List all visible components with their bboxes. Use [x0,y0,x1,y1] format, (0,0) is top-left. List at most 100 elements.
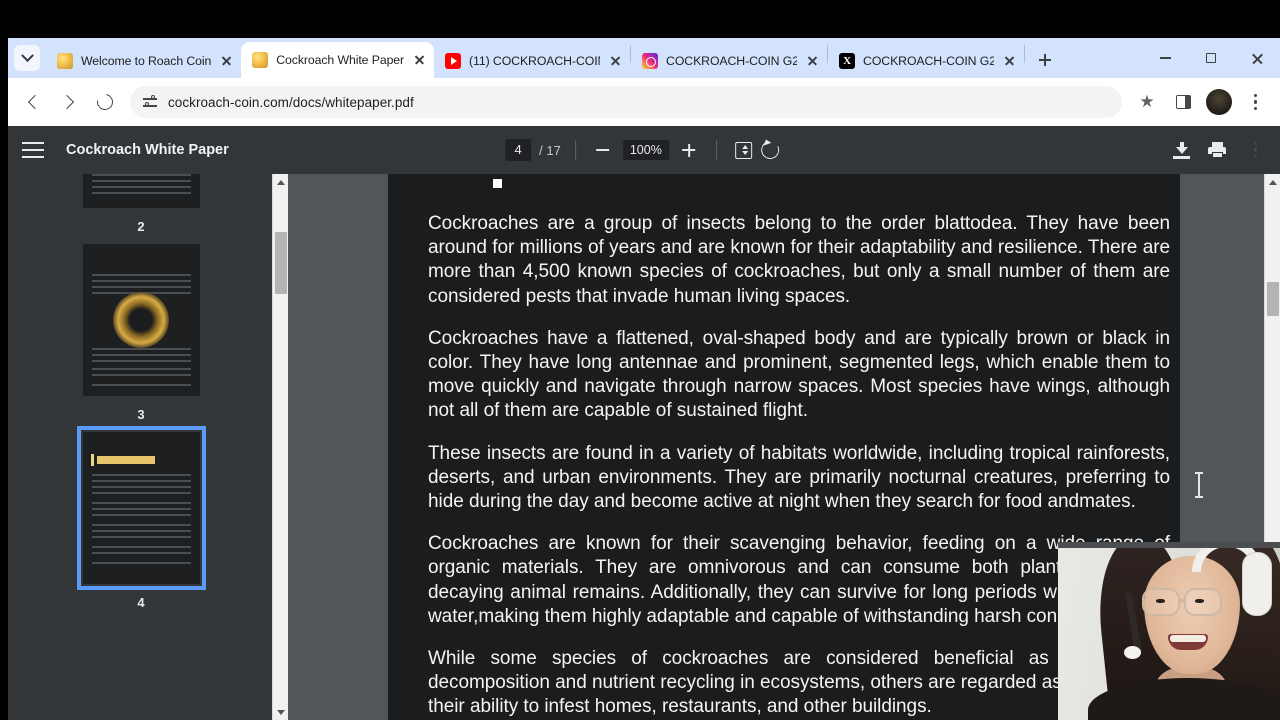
back-arrow-icon [28,95,42,109]
close-icon[interactable] [217,52,235,70]
address-bar[interactable]: cockroach-coin.com/docs/whitepaper.pdf [130,86,1122,118]
side-panel-button[interactable] [1166,85,1200,119]
browser-tab-1[interactable]: Cockroach White Paper [241,42,434,78]
maximize-button[interactable] [1188,38,1234,78]
fit-page-icon [735,142,752,159]
thumbnail-page-3[interactable]: 3 [8,244,274,422]
paragraph-2: Cockroaches have a flattened, oval-shape… [428,327,1170,424]
close-icon[interactable] [1000,52,1018,70]
selection-handle[interactable] [493,179,502,188]
coin-icon [57,53,73,69]
pdf-toolbar-right [1173,139,1266,161]
browser-tab-4[interactable]: X COCKROACH-COIN G2 ( [828,44,1024,78]
minus-icon [596,149,609,151]
reload-button[interactable] [88,85,122,119]
browser-tab-3[interactable]: COCKROACH-COIN G2 ( [631,44,827,78]
site-settings-icon[interactable] [142,94,158,110]
tab-title: COCKROACH-COIN G2 ( [863,54,994,68]
tab-title: COCKROACH-COIN G2 ( [666,54,797,68]
headset-earcup [1242,552,1272,616]
close-icon[interactable] [410,51,428,69]
thumbnail-page-label: 3 [137,407,144,422]
toolbar-divider [716,140,717,160]
zoom-in-button[interactable] [676,137,702,163]
webcam-video-overlay[interactable] [1058,542,1280,720]
navigation-bar: cockroach-coin.com/docs/whitepaper.pdf ★ [8,78,1280,126]
thumbnail-page-label: 2 [137,219,144,234]
chevron-up-icon [1269,180,1277,185]
thumbnail-list: 2 [8,174,274,620]
pdf-viewer: 2 [8,174,1280,720]
forward-button[interactable] [52,85,86,119]
side-panel-icon [1176,95,1191,109]
scrollbar-thumb[interactable] [275,232,287,294]
thumbnail-sidebar: 2 [8,174,288,720]
bookmark-button[interactable]: ★ [1130,85,1164,119]
close-icon[interactable] [606,52,624,70]
paragraph-3: These insects are found in a variety of … [428,442,1170,515]
scrollbar-thumb[interactable] [1267,282,1279,316]
tab-strip: Welcome to Roach Coin Cockroach White Pa… [8,38,1280,78]
tab-divider [1024,45,1025,63]
screen-root: Welcome to Roach Coin Cockroach White Pa… [0,0,1280,720]
browser-menu-button[interactable] [1238,85,1272,119]
forward-arrow-icon [60,95,74,109]
tab-search-chevron-button[interactable] [14,45,40,71]
star-icon: ★ [1139,92,1154,112]
avatar [1206,89,1232,115]
page-count-label: / 17 [539,143,561,158]
browser-tab-0[interactable]: Welcome to Roach Coin [46,44,241,78]
zoom-level-label[interactable]: 100% [623,140,669,160]
text-cursor [1198,472,1200,498]
tab-title: (11) COCKROACH-COIN [469,54,600,68]
mouth [1168,634,1208,650]
page-number-input[interactable] [505,139,531,161]
headset-microphone [1124,646,1141,659]
close-window-button[interactable] [1234,38,1280,78]
print-icon[interactable] [1208,142,1226,158]
more-vertical-icon[interactable] [1244,139,1266,161]
eye-right [1195,599,1204,603]
new-tab-button[interactable] [1031,46,1059,74]
x-twitter-icon: X [839,53,855,69]
coin-icon [252,52,268,68]
maximize-icon [1206,53,1216,63]
browser-tab-2[interactable]: (11) COCKROACH-COIN [434,44,630,78]
tab-title: Cockroach White Paper [276,53,404,67]
back-button[interactable] [16,85,50,119]
instagram-icon [642,53,658,69]
zoom-out-button[interactable] [590,137,616,163]
pdf-document-title: Cockroach White Paper [66,142,229,158]
close-icon [1251,52,1264,65]
scroll-up-button[interactable] [1265,174,1280,190]
close-icon[interactable] [803,52,821,70]
thumbnail-page-4[interactable]: 4 [8,432,274,610]
tabs-container: Welcome to Roach Coin Cockroach White Pa… [46,38,1059,78]
chevron-down-icon [21,49,34,62]
pdf-center-controls: / 17 100% [505,137,783,163]
pdf-page-area: Cockroaches are a group of insects belon… [288,174,1280,720]
three-dot-menu-icon [1244,91,1266,113]
minimize-icon [1160,57,1171,59]
pdf-toolbar: Cockroach White Paper / 17 100% [8,126,1280,174]
rotate-icon [758,138,781,161]
download-icon[interactable] [1173,142,1190,159]
address-bar-url: cockroach-coin.com/docs/whitepaper.pdf [168,95,414,110]
scroll-up-button[interactable] [273,174,288,190]
profile-button[interactable] [1202,85,1236,119]
sidebar-scrollbar[interactable] [272,174,288,720]
chevron-up-icon [277,180,285,185]
minimize-button[interactable] [1142,38,1188,78]
scroll-down-button[interactable] [273,704,288,720]
browser-window: Welcome to Roach Coin Cockroach White Pa… [8,38,1280,720]
tab-search-area[interactable] [8,38,46,78]
toolbar-divider [575,140,576,160]
window-controls [1142,38,1280,78]
eyeglasses-bridge [1179,599,1186,602]
paragraph-1: Cockroaches are a group of insects belon… [428,212,1170,309]
hamburger-icon[interactable] [22,142,44,158]
rotate-button[interactable] [757,137,783,163]
fit-page-button[interactable] [731,137,757,163]
thumbnail-page-label: 4 [137,595,144,610]
thumbnail-page-2[interactable]: 2 [8,174,274,234]
